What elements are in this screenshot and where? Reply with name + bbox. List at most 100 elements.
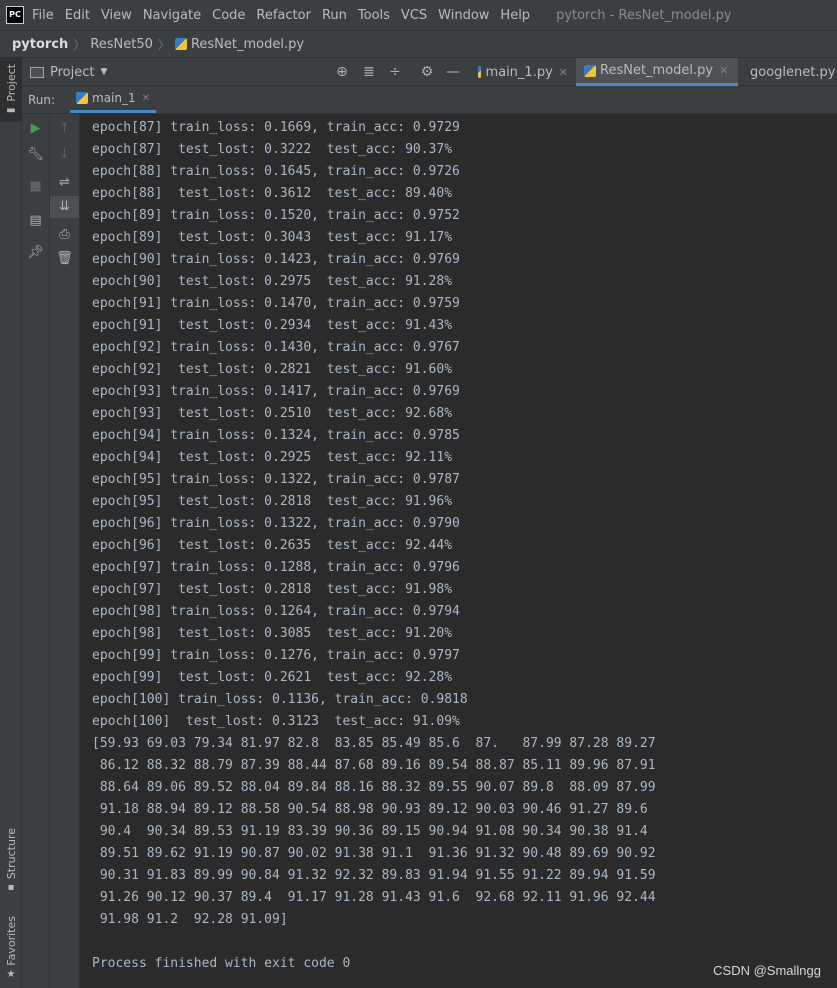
expand-all-icon[interactable]: ≣ <box>359 62 379 82</box>
console-lines: epoch[87] train_loss: 0.1669, train_acc:… <box>92 117 656 975</box>
console-line: 86.12 88.32 88.79 87.39 88.44 87.68 89.1… <box>92 758 656 773</box>
chevron-down-icon: ▼ <box>100 67 108 77</box>
python-file-icon <box>174 38 187 50</box>
console-line: 91.26 90.12 90.37 89.4 91.17 91.28 91.43… <box>92 890 656 905</box>
menu-refactor[interactable]: Refactor <box>256 8 311 23</box>
console-line: 91.18 88.94 89.12 88.58 90.54 88.98 90.9… <box>92 802 648 817</box>
console-line: epoch[88] test_lost: 0.3612 test_acc: 89… <box>92 186 453 201</box>
hide-icon[interactable]: — <box>443 62 463 82</box>
sidebar-tab-project[interactable]: Project ▬ <box>0 58 22 122</box>
console-line: epoch[96] test_lost: 0.2635 test_acc: 92… <box>92 538 453 553</box>
arrow-up-icon[interactable]: ↑ <box>50 118 79 140</box>
close-icon[interactable]: ✕ <box>142 93 150 104</box>
tool-window-header: Project ▼ ⊕ ≣ ÷ ⚙ — main_1.py ✕ ResNet_m… <box>22 58 837 86</box>
breadcrumb-separator-icon: 〉 <box>157 37 170 52</box>
console-line: epoch[97] train_loss: 0.1288, train_acc:… <box>92 560 460 575</box>
console-line: epoch[92] test_lost: 0.2821 test_acc: 91… <box>92 362 453 377</box>
window-title: pytorch - ResNet_model.py <box>556 7 732 23</box>
console-line: epoch[97] test_lost: 0.2818 test_acc: 91… <box>92 582 453 597</box>
editor-tab-resnet-model[interactable]: ResNet_model.py ✕ <box>576 58 738 86</box>
menu-code[interactable]: Code <box>212 8 245 23</box>
editor-tab-label: ResNet_model.py <box>600 63 714 78</box>
python-run-icon <box>76 92 88 104</box>
sidebar-tab-structure[interactable]: Structure ▪ <box>0 828 22 908</box>
menu-help[interactable]: Help <box>500 8 530 23</box>
rerun-icon[interactable]: ▶ <box>22 118 49 140</box>
editor-tab-main-1[interactable]: main_1.py ✕ <box>470 58 576 86</box>
menu-edit[interactable]: Edit <box>65 8 90 23</box>
run-label: Run: <box>28 93 56 107</box>
menu-file[interactable]: File <box>32 8 54 23</box>
sidebar-tab-favorites[interactable]: Favorites ★ <box>0 916 22 988</box>
console-line: epoch[99] train_loss: 0.1276, train_acc:… <box>92 648 460 663</box>
arrow-down-icon[interactable]: ↓ <box>50 144 79 166</box>
console-line: epoch[94] train_loss: 0.1324, train_acc:… <box>92 428 460 443</box>
locate-icon[interactable]: ⊕ <box>332 62 352 82</box>
console-line: epoch[89] train_loss: 0.1520, train_acc:… <box>92 208 460 223</box>
run-tab-label: main_1 <box>92 91 136 105</box>
project-folder-icon <box>30 66 44 78</box>
console-line: 91.98 91.2 92.28 91.09] <box>92 912 288 927</box>
run-tab-main-1[interactable]: main_1 ✕ <box>70 86 157 113</box>
left-tool-strip: Project ▬ Structure ▪ Favorites ★ <box>0 58 22 988</box>
layout-icon[interactable]: ▤ <box>22 210 49 232</box>
star-icon: ★ <box>6 968 16 980</box>
console-line: epoch[96] train_loss: 0.1322, train_acc:… <box>92 516 460 531</box>
stop-icon[interactable]: ■ <box>22 176 49 198</box>
breadcrumb: pytorch 〉 ResNet50 〉 ResNet_model.py <box>0 30 837 58</box>
console-line: epoch[90] train_loss: 0.1423, train_acc:… <box>92 252 460 267</box>
menu-window[interactable]: Window <box>438 8 489 23</box>
console-line: epoch[93] train_loss: 0.1417, train_acc:… <box>92 384 460 399</box>
console-line: epoch[95] train_loss: 0.1322, train_acc:… <box>92 472 460 487</box>
watermark: CSDN @Smallngg <box>713 963 821 978</box>
menu-bar: PC File Edit View Navigate Code Refactor… <box>0 0 837 30</box>
pycharm-logo-icon: PC <box>6 6 24 24</box>
menu-navigate[interactable]: Navigate <box>143 8 201 23</box>
print-icon[interactable]: ⎙ <box>50 224 79 246</box>
editor-tab-label: main_1.py <box>485 64 553 80</box>
sidebar-tab-project-label: Project <box>4 64 18 102</box>
pin-icon[interactable]: 📌︎ <box>22 242 49 264</box>
python-file-icon <box>478 66 482 78</box>
console-line: epoch[87] train_loss: 0.1669, train_acc:… <box>92 120 460 135</box>
console-line: 90.31 91.83 89.99 90.84 91.32 92.32 89.8… <box>92 868 656 883</box>
close-icon[interactable]: ✕ <box>719 64 728 77</box>
breadcrumb-file[interactable]: ResNet_model.py <box>174 36 305 52</box>
console-line: epoch[100] test_lost: 0.3123 test_acc: 9… <box>92 714 460 729</box>
folder-icon: ▬ <box>6 104 16 116</box>
wrench-icon[interactable]: 🔧︎ <box>22 144 49 166</box>
console-line: epoch[93] test_lost: 0.2510 test_acc: 92… <box>92 406 453 421</box>
console-output[interactable]: epoch[87] train_loss: 0.1669, train_acc:… <box>80 114 837 988</box>
project-view-label: Project <box>50 64 95 80</box>
editor-tab-label: googlenet.py <box>750 64 836 80</box>
scroll-to-end-icon[interactable]: ⇊ <box>50 196 79 218</box>
console-line: epoch[99] test_lost: 0.2621 test_acc: 92… <box>92 670 453 685</box>
trash-icon[interactable]: 🗑︎ <box>50 248 79 270</box>
settings-icon[interactable]: ⚙ <box>417 62 437 82</box>
console-line: epoch[94] test_lost: 0.2925 test_acc: 92… <box>92 450 453 465</box>
breadcrumb-file-label: ResNet_model.py <box>190 36 305 52</box>
console-line: epoch[98] test_lost: 0.3085 test_acc: 91… <box>92 626 453 641</box>
project-view-selector[interactable]: Project ▼ <box>30 58 107 86</box>
breadcrumb-separator-icon: 〉 <box>73 37 86 52</box>
console-line: 90.4 90.34 89.53 91.19 83.39 90.36 89.15… <box>92 824 648 839</box>
menu-view[interactable]: View <box>101 8 132 23</box>
console-line: [59.93 69.03 79.34 81.97 82.8 83.85 85.4… <box>92 736 656 751</box>
breadcrumb-folder[interactable]: ResNet50 <box>90 37 153 52</box>
console-line: epoch[95] test_lost: 0.2818 test_acc: 91… <box>92 494 453 509</box>
sidebar-tab-favorites-label: Favorites <box>4 916 18 966</box>
console-line: epoch[98] train_loss: 0.1264, train_acc:… <box>92 604 460 619</box>
close-icon[interactable]: ✕ <box>559 66 568 79</box>
collapse-all-icon[interactable]: ÷ <box>385 62 405 82</box>
editor-tab-googlenet[interactable]: googlenet.py <box>738 58 837 86</box>
python-file-icon <box>584 64 596 77</box>
menu-run[interactable]: Run <box>322 8 347 23</box>
run-header: Run: main_1 ✕ <box>22 86 837 114</box>
menu-vcs[interactable]: VCS <box>401 8 427 23</box>
menu-tools[interactable]: Tools <box>358 8 390 23</box>
run-toolbar-primary: ▶ 🔧︎ ■ ▤ 📌︎ <box>22 114 50 988</box>
breadcrumb-project[interactable]: pytorch <box>12 37 68 52</box>
soft-wrap-icon[interactable]: ⇌ <box>50 172 79 194</box>
run-toolbar-secondary: ↑ ↓ ⇌ ⇊ ⎙ 🗑︎ <box>50 114 80 988</box>
